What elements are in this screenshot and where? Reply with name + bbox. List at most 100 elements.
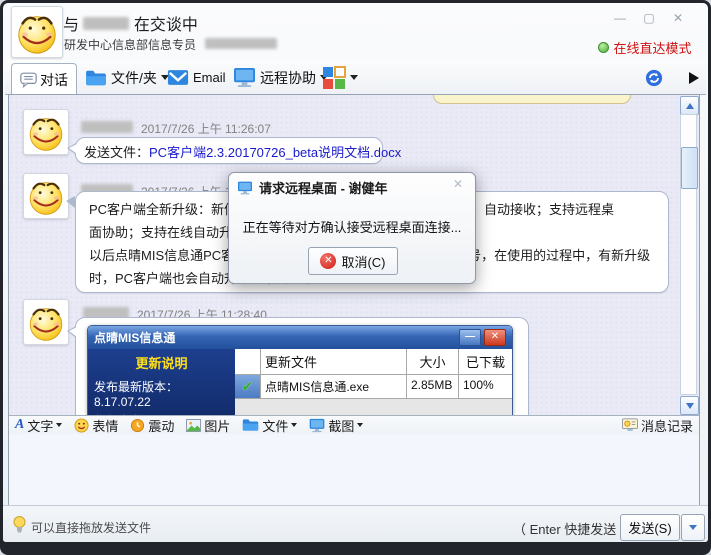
apps-button[interactable] xyxy=(322,64,358,91)
scrollbar-thumb[interactable] xyxy=(681,147,698,189)
screen: 与 在交谈中 研发中心信息部信息专员 — ▢ ✕ 在线直达模式 xyxy=(0,0,711,555)
chevron-down-icon xyxy=(350,75,358,80)
update-window-screenshot: 点晴MIS信息通 — ✕ 更新说明 发布最新版本：8.17.07.22 优化内容… xyxy=(87,325,513,415)
table-header-row: 更新文件 大小 已下载 xyxy=(235,349,512,375)
send-button[interactable]: 发送(S) xyxy=(620,514,680,541)
cell-file-size: 2.85MB xyxy=(407,375,459,398)
lightbulb-icon xyxy=(13,516,26,534)
shake-button[interactable]: 震动 xyxy=(130,416,174,435)
contact-role: 研发中心信息部信息专员 xyxy=(64,36,277,53)
avatar xyxy=(23,173,69,219)
email-icon xyxy=(167,69,189,86)
sent-file-link[interactable]: PC客户端2.3.20170726_beta说明文档.docx xyxy=(149,145,401,160)
footer-bar: 可以直接拖放发送文件 （ Enter 快捷发送 ） 发送(S) xyxy=(3,505,708,542)
sync-icon xyxy=(645,69,663,87)
update-window-titlebar: 点晴MIS信息通 — ✕ xyxy=(88,326,512,349)
online-mode-status: 在线直达模式 xyxy=(598,38,691,58)
chevron-down-icon xyxy=(56,423,62,427)
image-button[interactable]: 图片 xyxy=(186,416,230,435)
cancel-button[interactable]: ✕ 取消(C) xyxy=(308,247,398,275)
avatar xyxy=(23,109,69,155)
chevron-down-icon xyxy=(689,525,697,530)
table-row: ✔ 点晴MIS信息通.exe 2.85MB 100% xyxy=(235,375,512,399)
online-mode-label: 在线直达模式 xyxy=(613,41,691,56)
expand-arrow-button[interactable] xyxy=(688,64,700,91)
remote-desktop-icon xyxy=(233,67,256,88)
remote-assist-button[interactable]: 远程协助 xyxy=(233,64,328,91)
cell-file-name: 点晴MIS信息通.exe xyxy=(261,375,407,398)
speech-bubble-icon xyxy=(20,72,37,88)
folder-icon xyxy=(85,69,107,87)
cancel-x-icon: ✕ xyxy=(320,253,336,269)
screenshot-button[interactable]: 截图 xyxy=(309,416,363,435)
scrollbar-up-button[interactable] xyxy=(680,96,699,115)
email-label: Email xyxy=(193,70,226,85)
smiley-avatar-icon xyxy=(26,112,66,152)
redacted-detail xyxy=(205,38,277,49)
redacted-contact-name xyxy=(83,17,129,30)
maximize-button[interactable]: ▢ xyxy=(637,10,661,26)
chevron-down-icon xyxy=(291,423,297,427)
shake-icon xyxy=(130,418,145,433)
remote-desktop-dialog: 请求远程桌面 - 谢健年 ✕ 正在等待对方确认接受远程桌面连接... ✕ 取消(… xyxy=(228,172,476,284)
content-frame: 2017/7/26 上午 11:26:07 发送文件：PC客户端2.3.2017… xyxy=(8,94,700,507)
file-button[interactable]: 文件 xyxy=(242,416,297,435)
play-arrow-icon xyxy=(688,71,700,85)
main-toolbar: 对话 文件/夹 Email 远程协助 xyxy=(5,60,706,95)
check-icon: ✔ xyxy=(242,378,254,395)
tab-chat[interactable]: 对话 xyxy=(11,63,77,95)
font-icon: A xyxy=(15,417,24,433)
screenshot-icon xyxy=(309,418,325,433)
drag-drop-tip: 可以直接拖放发送文件 xyxy=(31,519,151,536)
update-notes-header: 更新说明 xyxy=(94,353,229,372)
folder-icon xyxy=(242,418,259,432)
close-button[interactable]: ✕ xyxy=(666,10,690,26)
minimize-button[interactable]: — xyxy=(608,10,632,26)
send-options-dropdown[interactable] xyxy=(681,514,705,541)
dialog-titlebar: 请求远程桌面 - 谢健年 xyxy=(237,178,388,197)
redacted-sender-name xyxy=(81,121,133,133)
files-button[interactable]: 文件/夹 xyxy=(85,64,169,91)
title-prefix: 与 xyxy=(63,17,79,34)
latest-version-line: 发布最新版本：8.17.07.22 xyxy=(94,378,229,409)
dialog-close-button[interactable]: ✕ xyxy=(453,177,463,191)
chevron-down-icon xyxy=(357,423,363,427)
message-input[interactable] xyxy=(9,434,699,506)
sync-button[interactable] xyxy=(645,64,663,91)
tab-chat-label: 对话 xyxy=(40,70,68,90)
message-text: 发送文件：PC客户端2.3.20170726_beta说明文档.docx xyxy=(76,138,382,165)
emoticon-icon xyxy=(74,418,89,433)
message-timestamp: 2017/7/26 上午 11:26:07 xyxy=(141,120,271,137)
update-notes-panel: 更新说明 发布最新版本：8.17.07.22 优化内容： xyxy=(88,349,235,415)
remote-desktop-icon xyxy=(237,181,253,195)
message-input-area xyxy=(9,434,699,506)
col-update-file: 更新文件 xyxy=(261,349,407,374)
partial-yellow-bubble xyxy=(433,95,631,104)
message-bubble: 发送文件：PC客户端2.3.20170726_beta说明文档.docx xyxy=(75,137,383,164)
enter-shortcut-hint: （ Enter 快捷发送 ） xyxy=(513,519,633,538)
emoticon-button[interactable]: 表情 xyxy=(74,416,118,435)
smiley-avatar-icon xyxy=(26,302,66,342)
smiley-avatar-icon xyxy=(26,176,66,216)
chat-window: 与 在交谈中 研发中心信息部信息专员 — ▢ ✕ 在线直达模式 xyxy=(0,0,711,555)
col-size: 大小 xyxy=(407,349,459,374)
dialog-message: 正在等待对方确认接受远程桌面连接... xyxy=(229,217,475,236)
close-icon: ✕ xyxy=(484,329,506,346)
avatar xyxy=(23,299,69,345)
email-button[interactable]: Email xyxy=(167,64,226,91)
update-files-table: 更新文件 大小 已下载 ✔ 点晴MIS信息通.exe 2.85MB 100% xyxy=(235,349,512,415)
col-downloaded: 已下载 xyxy=(459,349,512,374)
message-history-button[interactable]: 消息记录 xyxy=(622,416,693,435)
cell-downloaded: 100% xyxy=(459,375,512,398)
text-format-button[interactable]: A 文字 xyxy=(15,416,62,435)
dialog-title: 请求远程桌面 - 谢健年 xyxy=(259,178,388,197)
title-suffix: 在交谈中 xyxy=(134,17,198,34)
avatar xyxy=(11,6,63,58)
app-grid-icon xyxy=(322,66,346,90)
scrollbar-down-button[interactable] xyxy=(680,396,699,415)
composer-toolbar: A 文字 表情 xyxy=(9,415,699,434)
minimize-icon: — xyxy=(459,329,481,346)
page-title: 与 在交谈中 xyxy=(63,11,198,35)
files-label: 文件/夹 xyxy=(111,68,157,88)
history-icon xyxy=(622,418,638,432)
